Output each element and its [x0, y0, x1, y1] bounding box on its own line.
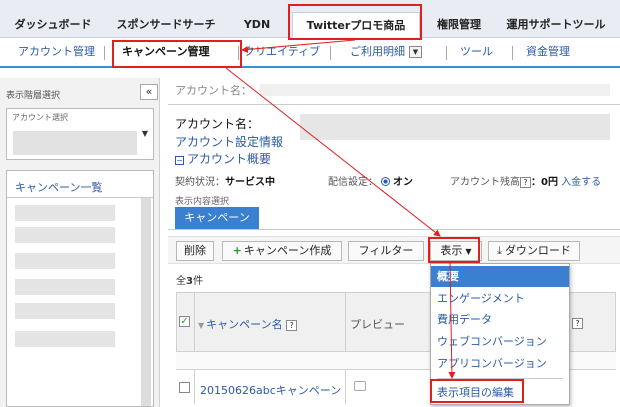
account-overview-label: アカウント概要: [187, 152, 272, 166]
hierarchy-label: 表示階層選択: [6, 91, 61, 101]
highlight-box: [428, 237, 480, 263]
row-checkbox[interactable]: [179, 382, 190, 393]
header-divider: [168, 104, 620, 105]
tab-permission[interactable]: 権限管理: [428, 12, 490, 38]
balance-status: アカウント残高? ：0円 入金する: [450, 173, 601, 188]
sort-icon: ▼: [198, 321, 205, 330]
tab-ops-support[interactable]: 運用サポートツール: [498, 12, 614, 38]
screen: ダッシュボード スポンサードサーチ YDN Twitterプロモ商品 権限管理 …: [0, 0, 620, 407]
subnav-divider: [330, 46, 331, 60]
preview-speech-icon[interactable]: [354, 381, 366, 391]
menu-item-engagement[interactable]: エンゲージメント: [431, 288, 569, 309]
select-all-checkbox[interactable]: ✓: [179, 316, 190, 327]
subnav-funds[interactable]: 資金管理: [526, 38, 570, 66]
campaign-toolbar: 削除 + キャンペーン作成 フィルター 表示 ▼ ⤓ ダウンロード: [168, 236, 620, 264]
redacted-campaign[interactable]: [15, 331, 115, 347]
redacted-campaign[interactable]: [15, 303, 115, 319]
breadcrumb: アカウント名：: [175, 84, 252, 97]
redacted-campaign[interactable]: [15, 227, 115, 243]
download-label: ダウンロード: [504, 244, 571, 257]
delete-button[interactable]: 削除: [176, 241, 214, 261]
campaign-name-link[interactable]: 20150626abcキャンペーン: [200, 382, 341, 398]
highlight-box: [430, 379, 524, 403]
column-preview: プレビュー: [350, 318, 405, 331]
contract-value: サービス中: [225, 177, 275, 188]
delivery-on-radio[interactable]: [381, 177, 390, 186]
subnav-billing-label: ご利用明細: [350, 45, 405, 58]
account-overview-toggle[interactable]: − アカウント概要: [175, 150, 271, 167]
subnav-divider: [446, 46, 447, 60]
filter-button[interactable]: フィルター: [348, 241, 424, 261]
download-button[interactable]: ⤓ ダウンロード: [488, 241, 580, 261]
delivery-status: 配信設定： オン: [328, 173, 413, 188]
account-settings-link[interactable]: アカウント設定情報: [175, 133, 283, 150]
display-content-label: 表示内容選択: [175, 197, 230, 207]
count-suffix: 件: [192, 276, 203, 287]
redacted-campaign[interactable]: [15, 279, 115, 295]
account-select-placeholder: アカウント選択: [12, 113, 68, 122]
redacted-account-name: [300, 114, 610, 140]
subnav-billing[interactable]: ご利用明細 ▼: [350, 38, 422, 66]
menu-item-app-conversion[interactable]: アプリコンバージョン: [431, 353, 569, 374]
left-sidebar: 表示階層選択 « アカウント選択 ▼ キャンペーン一覧: [0, 78, 160, 407]
create-campaign-label: キャンペーン作成: [243, 244, 332, 257]
subnav-divider: [512, 46, 513, 60]
count-prefix: 全: [176, 276, 186, 287]
column-divider: [194, 292, 195, 404]
subnav-tools[interactable]: ツール: [460, 38, 493, 66]
tab-ydn[interactable]: YDN: [232, 12, 282, 38]
highlight-box: [112, 40, 242, 68]
collapse-icon: −: [175, 156, 184, 165]
subnav-account[interactable]: アカウント管理: [18, 38, 95, 66]
account-select[interactable]: アカウント選択 ▼: [6, 108, 154, 160]
count-value: 3: [186, 276, 193, 287]
content-divider: [168, 229, 620, 230]
balance-value: ：0円: [531, 177, 558, 188]
collapse-sidebar-button[interactable]: «: [140, 84, 158, 100]
contract-label: 契約状況：: [175, 177, 225, 188]
redacted-campaign[interactable]: [15, 253, 115, 269]
create-campaign-button[interactable]: + キャンペーン作成: [222, 241, 342, 261]
campaign-list-divider: [7, 197, 153, 198]
delivery-value: オン: [393, 177, 413, 188]
deposit-link[interactable]: 入金する: [561, 177, 601, 188]
subnav-divider: [104, 46, 105, 60]
delivery-label: 配信設定：: [328, 177, 378, 188]
menu-item-cost-data[interactable]: 費用データ: [431, 309, 569, 330]
campaign-list-title[interactable]: キャンペーン一覧: [15, 179, 102, 195]
plus-icon: +: [232, 244, 242, 257]
subnav-creative[interactable]: クリエイティブ: [244, 38, 320, 66]
download-icon: ⤓: [497, 244, 502, 257]
redacted-campaign[interactable]: [15, 205, 115, 221]
tab-dashboard[interactable]: ダッシュボード: [6, 12, 100, 38]
contract-status: 契約状況：サービス中: [175, 173, 275, 188]
help-icon[interactable]: ?: [572, 318, 583, 329]
sub-navigation: アカウント管理 キャンペーン管理 クリエイティブ ご利用明細 ▼ ツール 資金管理: [0, 38, 620, 68]
chevron-down-icon[interactable]: ▼: [409, 46, 422, 58]
column-campaign-name[interactable]: ▼ キャンペーン名 ?: [198, 316, 298, 332]
highlight-box: [288, 4, 422, 40]
sidebar-scrollbar[interactable]: [141, 198, 151, 406]
tab-campaign-view[interactable]: キャンペーン: [175, 207, 259, 229]
redacted-breadcrumb: [260, 84, 610, 96]
column-campaign-name-label: キャンペーン名: [206, 318, 283, 331]
menu-item-web-conversion[interactable]: ウェブコンバージョン: [431, 331, 569, 352]
redacted-account: [13, 131, 137, 155]
help-icon[interactable]: ?: [286, 320, 298, 331]
campaign-list-panel: キャンペーン一覧: [6, 170, 154, 407]
account-name-label: アカウント名：: [175, 117, 260, 131]
help-icon[interactable]: ?: [520, 177, 531, 188]
result-count: 全3件: [176, 272, 203, 287]
column-divider: [345, 292, 346, 404]
tab-sponsored-search[interactable]: スポンサードサーチ: [108, 12, 224, 38]
caret-down-icon: ▼: [141, 129, 148, 138]
menu-item-overview[interactable]: 概要: [431, 266, 569, 287]
balance-label: アカウント残高: [450, 177, 520, 188]
